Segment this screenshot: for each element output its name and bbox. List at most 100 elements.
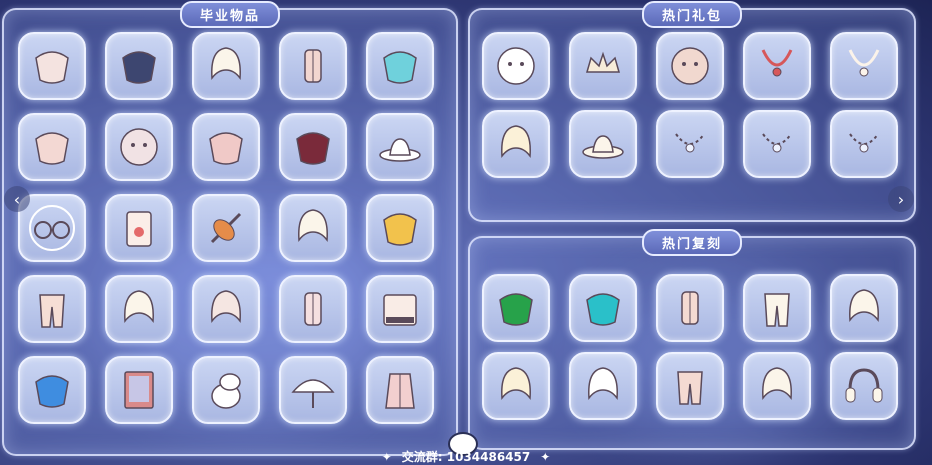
earmuffs-icon (845, 368, 883, 403)
cape-icon (35, 51, 69, 84)
item-slot[interactable] (830, 110, 898, 178)
item-slot[interactable] (482, 32, 550, 100)
bow-necklace-icon (848, 49, 880, 77)
item-slot[interactable] (105, 113, 173, 181)
flower-scarf-icon (762, 133, 792, 153)
hot-gifts-panel: 热门礼包 (468, 1, 916, 222)
chevron-right-icon: › (897, 189, 905, 209)
glasses-icon (29, 205, 75, 251)
item-slot[interactable] (279, 113, 347, 181)
item-slot[interactable] (18, 32, 86, 100)
item-slot[interactable] (830, 32, 898, 100)
sparkle-icon: ✦ (381, 449, 392, 464)
red-cape-icon (296, 132, 330, 165)
next-page-button[interactable]: › (888, 186, 914, 212)
item-slot[interactable] (743, 32, 811, 100)
item-slot[interactable] (192, 113, 260, 181)
hot-reprints-panel: 热门复刻 (468, 229, 916, 450)
group-number-label: 交流群: 1034486457 (401, 450, 531, 464)
wavy-hair-icon (849, 289, 879, 323)
item-slot[interactable] (743, 274, 811, 342)
item-slot[interactable] (105, 356, 173, 424)
panel-title-gifts: 热门礼包 (641, 1, 743, 28)
flower-crown-hair-icon (762, 367, 792, 401)
item-slot[interactable] (830, 274, 898, 342)
crown-icon (586, 51, 620, 73)
graduation-items-panel: 毕业物品 (2, 1, 458, 456)
chair-icon (211, 290, 241, 324)
item-slot[interactable] (279, 356, 347, 424)
necklace-icon (761, 49, 793, 77)
poster-icon (124, 371, 154, 409)
item-slot[interactable] (482, 274, 550, 342)
scarf-icon (675, 133, 705, 153)
item-slot[interactable] (656, 352, 724, 420)
card-icon (126, 211, 152, 247)
item-slot[interactable] (830, 352, 898, 420)
wide-pants-icon (764, 293, 790, 327)
curly-hair-icon (501, 125, 531, 159)
reprint-item-grid (482, 274, 898, 420)
item-slot[interactable] (569, 110, 637, 178)
item-slot[interactable] (105, 275, 173, 343)
item-slot[interactable] (366, 32, 434, 100)
item-slot[interactable] (656, 32, 724, 100)
cargo-pants-icon (677, 371, 703, 405)
item-slot[interactable] (279, 194, 347, 262)
hair-icon (211, 47, 241, 81)
gift-item-grid (482, 32, 898, 178)
item-slot[interactable] (279, 32, 347, 100)
item-slot[interactable] (743, 110, 811, 178)
pants-icon (39, 294, 65, 328)
item-slot[interactable] (366, 275, 434, 343)
rabbit-outfit-icon (304, 292, 322, 326)
item-slot[interactable] (105, 194, 173, 262)
umbrella-icon (291, 379, 335, 408)
item-slot[interactable] (105, 32, 173, 100)
pink-cape-icon (35, 132, 69, 165)
item-slot[interactable] (482, 110, 550, 178)
item-slot[interactable] (192, 275, 260, 343)
item-slot[interactable] (569, 32, 637, 100)
mask-icon (120, 128, 158, 166)
item-slot[interactable] (656, 110, 724, 178)
item-slot[interactable] (656, 274, 724, 342)
panel-title-graduation: 毕业物品 (179, 1, 281, 28)
panel-title-reprints: 热门复刻 (641, 229, 743, 256)
coat-icon (385, 373, 415, 409)
previous-page-button[interactable]: ‹ (4, 186, 30, 212)
blue-cape-icon (383, 51, 417, 84)
item-slot[interactable] (192, 32, 260, 100)
shell-cape-icon (209, 132, 243, 165)
hat-icon (379, 138, 421, 162)
item-slot[interactable] (366, 194, 434, 262)
item-slot[interactable] (192, 194, 260, 262)
ponytail-hair-icon (298, 209, 328, 243)
item-slot[interactable] (18, 275, 86, 343)
item-slot[interactable] (279, 275, 347, 343)
outfit-icon (304, 49, 322, 83)
jacket-outfit-icon (681, 291, 699, 325)
item-slot[interactable] (569, 352, 637, 420)
chevron-left-icon: ‹ (13, 189, 21, 209)
item-slot[interactable] (366, 113, 434, 181)
item-slot[interactable] (743, 352, 811, 420)
dark-cape-icon (122, 51, 156, 84)
item-slot[interactable] (482, 352, 550, 420)
teal-cape-icon (586, 293, 620, 326)
item-slot[interactable] (192, 356, 260, 424)
item-slot[interactable] (366, 356, 434, 424)
sparkle-icon: ✦ (540, 449, 551, 464)
graduation-item-grid (18, 32, 434, 424)
moomin-icon (211, 373, 241, 409)
hamster-mask-icon (671, 47, 709, 85)
green-cape-icon (499, 293, 533, 326)
item-slot[interactable] (18, 356, 86, 424)
piano-icon (383, 294, 417, 326)
bob-hair-icon (501, 367, 531, 401)
item-slot[interactable] (569, 274, 637, 342)
item-slot[interactable] (18, 113, 86, 181)
instrument-icon (210, 212, 242, 244)
gold-cape-icon (383, 213, 417, 246)
fishtail-cape-icon (35, 375, 69, 408)
